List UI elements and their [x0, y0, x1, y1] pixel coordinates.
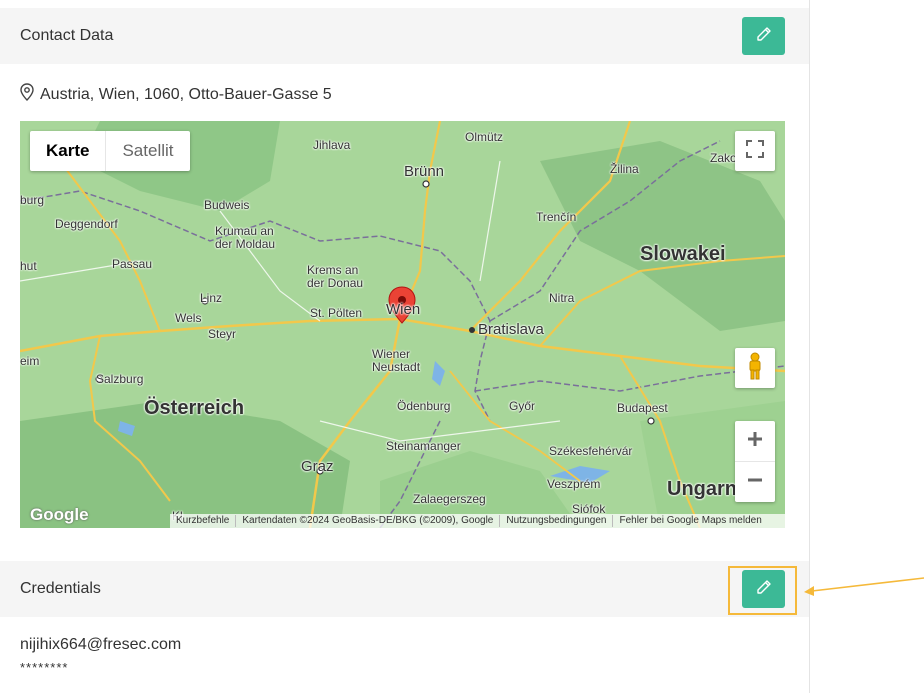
place-label: Bratislava — [478, 321, 544, 338]
location-pin-icon — [20, 83, 34, 106]
map-data-attribution: Kartendaten ©2024 GeoBasis-DE/BKG (©2009… — [236, 515, 501, 527]
street-view-pegman[interactable] — [735, 348, 775, 388]
place-label: Wels — [175, 311, 202, 325]
annotation-arrow-icon — [804, 577, 924, 596]
address-row: Austria, Wien, 1060, Otto-Bauer-Gasse 5 — [20, 83, 332, 106]
profile-panel: Contact Data Austria, Wien, 1060, Otto-B… — [0, 0, 810, 693]
google-map[interactable]: Jihlava Olmütz Žilina Zako Brünn burg Bu… — [20, 121, 785, 528]
credentials-header: Credentials — [0, 561, 809, 617]
map-type-satellite-button[interactable]: Satellit — [105, 131, 189, 171]
map-report-error-link[interactable]: Fehler bei Google Maps melden — [613, 515, 767, 527]
map-shortcuts-link[interactable]: Kurzbefehle — [170, 515, 237, 527]
place-label: Győr — [509, 399, 536, 413]
pegman-icon — [747, 352, 763, 385]
fullscreen-button[interactable] — [735, 131, 775, 171]
fullscreen-icon — [746, 139, 764, 163]
zoom-control — [735, 421, 775, 502]
contact-data-title: Contact Data — [20, 27, 114, 44]
contact-data-header: Contact Data — [0, 8, 809, 64]
place-label: St. Pölten — [310, 306, 363, 320]
place-label: burg — [20, 193, 45, 207]
place-label: Ungarn — [667, 478, 737, 500]
place-label: Veszprém — [547, 477, 601, 491]
place-label: Österreich — [144, 397, 245, 419]
place-label: Graz — [301, 458, 334, 475]
google-logo: Google — [30, 505, 89, 524]
place-label: Brünn — [404, 163, 445, 180]
place-label: Zalaegerszeg — [413, 492, 486, 506]
zoom-in-button[interactable] — [735, 421, 775, 462]
place-label: Linz — [200, 291, 223, 305]
map-terrain — [20, 121, 785, 528]
place-label: Wien — [386, 301, 421, 318]
highlight-box — [728, 566, 797, 615]
place-label: Žilina — [610, 162, 639, 176]
map-terms-link[interactable]: Nutzungsbedingungen — [500, 515, 614, 527]
place-label: Budapest — [617, 401, 668, 415]
place-label: Ödenburg — [397, 399, 451, 413]
place-label: Olmütz — [465, 130, 504, 144]
map-type-map-button[interactable]: Karte — [30, 131, 105, 171]
credentials-title: Credentials — [20, 580, 101, 597]
credentials-email: nijihix664@fresec.com — [20, 636, 182, 653]
minus-icon — [746, 471, 764, 494]
plus-icon — [746, 430, 764, 453]
place-label: Trenčín — [536, 210, 577, 224]
address-text: Austria, Wien, 1060, Otto-Bauer-Gasse 5 — [40, 85, 332, 103]
place-label: Székesfehérvár — [549, 444, 633, 458]
place-label: Wiener Neustadt — [372, 347, 421, 374]
edit-contact-button[interactable] — [742, 17, 785, 55]
zoom-out-button[interactable] — [735, 462, 775, 502]
map-footer: Kurzbefehle Kartendaten ©2024 GeoBasis-D… — [170, 514, 785, 528]
place-label: Slowakei — [640, 243, 726, 265]
place-label: Steinamanger — [386, 439, 461, 453]
place-label: Salzburg — [96, 372, 144, 386]
pencil-icon — [756, 26, 772, 47]
credentials-password: ******** — [20, 660, 69, 675]
place-label: Deggendorf — [55, 217, 118, 231]
place-label: Krumau an der Moldau — [215, 224, 276, 251]
place-label: Steyr — [208, 327, 237, 341]
place-label: Jihlava — [313, 138, 351, 152]
place-label: Nitra — [549, 291, 575, 305]
place-label: Zako — [710, 151, 737, 165]
place-label: eim — [20, 354, 40, 368]
place-label: Passau — [112, 257, 153, 271]
map-type-control: Karte Satellit — [30, 131, 190, 171]
place-label: hut — [20, 259, 37, 273]
place-label: Budweis — [204, 198, 250, 212]
place-label: Krems an der Donau — [307, 263, 364, 290]
